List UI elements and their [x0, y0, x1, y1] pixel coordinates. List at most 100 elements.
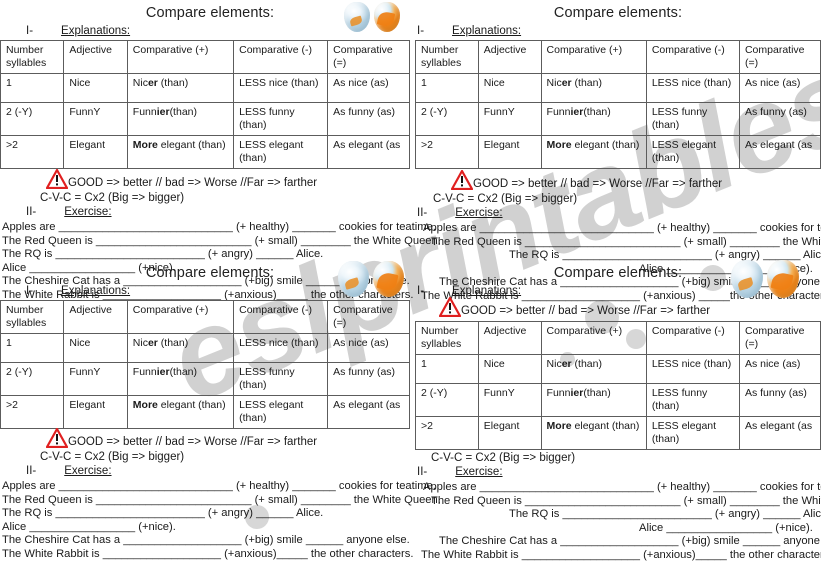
cell-syllables: 1	[0, 333, 65, 363]
table-header-row: Number syllables Adjective Comparative (+…	[415, 321, 821, 355]
cell-comparative-minus: LESS funny (than)	[645, 383, 740, 417]
section-exercise-heading: II- Exercise:	[415, 465, 821, 480]
exercise-lines: Apples are ____________________________ …	[415, 481, 821, 563]
worksheet-copy-top-right: Compare elements: I- Explanations: Number…	[415, 0, 821, 304]
section-exercise-heading: II- Exercise:	[0, 205, 410, 220]
comparatives-table-wrapper: Number syllables Adjective Comparative (+…	[0, 300, 410, 429]
table-row: >2 Elegant More elegant (than) LESS eleg…	[0, 395, 410, 429]
cell-syllables: 1	[415, 354, 479, 384]
cell-comparative-plus: Funnier(than)	[540, 383, 647, 417]
exercise-line: The Cheshire Cat has a _________________…	[439, 535, 821, 548]
cell-comparative-minus: LESS funny (than)	[233, 362, 329, 396]
cell-syllables: >2	[415, 416, 479, 450]
section-number: II-	[26, 206, 37, 218]
cvc-rule-text: C-V-C = Cx2 (Big => bigger)	[40, 192, 185, 204]
warning-triangle-icon	[439, 297, 461, 319]
th-number-syllables: Number syllables	[0, 300, 65, 334]
cell-adjective: Nice	[477, 354, 542, 384]
fishbowls-image	[731, 260, 799, 298]
table-row: >2 Elegant More elegant (than) LESS eleg…	[0, 135, 410, 169]
warning-triangle-icon	[451, 170, 473, 192]
section-number: I-	[417, 25, 425, 37]
comparatives-table: Number syllables Adjective Comparative (+…	[415, 40, 821, 169]
th-comparative-plus: Comparative (+)	[540, 321, 647, 355]
th-comparative-minus: Comparative (-)	[233, 300, 329, 334]
table-row: >2 Elegant More elegant (than) LESS eleg…	[415, 135, 821, 169]
fishbowls-image	[344, 2, 400, 32]
th-comparative-equal: Comparative (=)	[327, 300, 410, 334]
section-label: Exercise:	[455, 207, 503, 219]
cell-comparative-plus: Nicer (than)	[540, 73, 647, 103]
exercise-line: Alice _________________ (+nice).	[2, 520, 176, 533]
th-adjective: Adjective	[477, 321, 542, 355]
cell-comparative-equal: As nice (as)	[738, 73, 821, 103]
cell-comparative-plus: Funnier(than)	[126, 362, 235, 396]
cell-comparative-minus: LESS nice (than)	[645, 354, 740, 384]
cell-adjective: Elegant	[477, 135, 542, 169]
table-row: 2 (-Y) FunnY Funnier(than) LESS funny (t…	[0, 362, 410, 396]
cell-adjective: Elegant	[63, 135, 128, 169]
table-row: 1 Nice Nicer (than) LESS nice (than) As …	[415, 73, 821, 103]
section-exercise-heading: II- Exercise:	[0, 464, 410, 479]
worksheet-copy-bottom-right: Compare elements: I- Explanations: GOOD =…	[415, 260, 821, 563]
cell-comparative-equal: As funny (as)	[327, 362, 410, 396]
table-row: 2 (-Y) FunnY Funnier(than) LESS funny (t…	[0, 102, 410, 136]
exercise-line: The Cheshire Cat has a _________________…	[2, 534, 410, 547]
table-row: 1 Nice Nicer (than) LESS nice (than) As …	[0, 73, 410, 103]
fishbowl-right-icon	[373, 2, 400, 32]
cell-comparative-minus: LESS elegant (than)	[645, 416, 740, 450]
th-comparative-equal: Comparative (=)	[738, 321, 821, 355]
cell-comparative-plus: Nicer (than)	[126, 333, 235, 363]
exercise-line: Apples are ____________________________ …	[2, 480, 436, 492]
worksheet-sheet: eslprintables.com Compare elements: I- Ex…	[0, 0, 821, 581]
section-number: II-	[417, 207, 428, 219]
cell-comparative-equal: As funny (as)	[738, 383, 821, 417]
fishbowl-left-icon	[344, 2, 371, 32]
cell-adjective: Nice	[477, 73, 542, 103]
table-row: 1 Nice Nicer (than) LESS nice (than) As …	[415, 354, 821, 384]
exercise-line: The Red Queen is _______________________…	[2, 234, 441, 247]
th-comparative-minus: Comparative (-)	[645, 321, 740, 355]
cvc-rule-text: C-V-C = Cx2 (Big => bigger)	[431, 452, 576, 464]
cell-syllables: 1	[415, 73, 479, 103]
cell-syllables: 2 (-Y)	[0, 362, 65, 396]
comparatives-table: Number syllables Adjective Comparative (+…	[0, 40, 410, 169]
cell-adjective: Elegant	[477, 416, 542, 450]
cell-comparative-plus: Nicer (than)	[540, 354, 647, 384]
cell-comparative-equal: As funny (as)	[738, 102, 821, 136]
table-header-row: Number syllables Adjective Comparative (+…	[0, 300, 410, 334]
exercise-line: The White Rabbit is ___________________ …	[2, 547, 414, 560]
th-adjective: Adjective	[63, 300, 128, 334]
cell-comparative-minus: LESS elegant (than)	[645, 135, 740, 169]
section-label: Explanations:	[452, 25, 522, 37]
cell-adjective: FunnY	[477, 102, 542, 136]
cell-comparative-plus: More elegant (than)	[126, 135, 235, 169]
exercise-line: The RQ is ________________________ (+ an…	[509, 508, 821, 521]
cvc-rule-text: C-V-C = Cx2 (Big => bigger)	[40, 451, 185, 463]
section-number: I-	[417, 285, 425, 297]
warning-text: GOOD => better // bad => Worse //Far => …	[461, 305, 711, 317]
section-label: Explanations:	[61, 285, 131, 297]
cell-comparative-equal: As elegant (as	[738, 416, 821, 450]
section-label: Explanations:	[452, 285, 522, 297]
th-number-syllables: Number syllables	[415, 40, 479, 74]
th-comparative-minus: Comparative (-)	[233, 40, 329, 74]
cell-comparative-plus: Funnier(than)	[540, 102, 647, 136]
warning-text: GOOD => better // bad => Worse //Far => …	[473, 178, 723, 190]
exercise-line: Apples are ____________________________ …	[2, 221, 436, 233]
cell-comparative-minus: LESS funny (than)	[233, 102, 329, 136]
comparatives-table-wrapper: Number syllables Adjective Comparative (+…	[0, 40, 410, 169]
cell-comparative-minus: LESS funny (than)	[645, 102, 740, 136]
section-label: Exercise:	[64, 465, 112, 477]
cell-comparative-minus: LESS elegant (than)	[233, 395, 329, 429]
comparatives-table: Number syllables Adjective Comparative (+…	[0, 300, 410, 429]
th-number-syllables: Number syllables	[0, 40, 65, 74]
fishbowls-image	[338, 261, 404, 297]
fishbowl-left-icon	[338, 261, 370, 297]
cell-comparative-equal: As nice (as)	[327, 73, 410, 103]
exercise-line: Apples are ____________________________ …	[423, 222, 821, 234]
page-title: Compare elements:	[553, 5, 683, 21]
warning-note: GOOD => better // bad => Worse //Far => …	[0, 169, 410, 191]
table-header-row: Number syllables Adjective Comparative (+…	[415, 40, 821, 74]
cell-comparative-equal: As elegant (as	[327, 135, 410, 169]
